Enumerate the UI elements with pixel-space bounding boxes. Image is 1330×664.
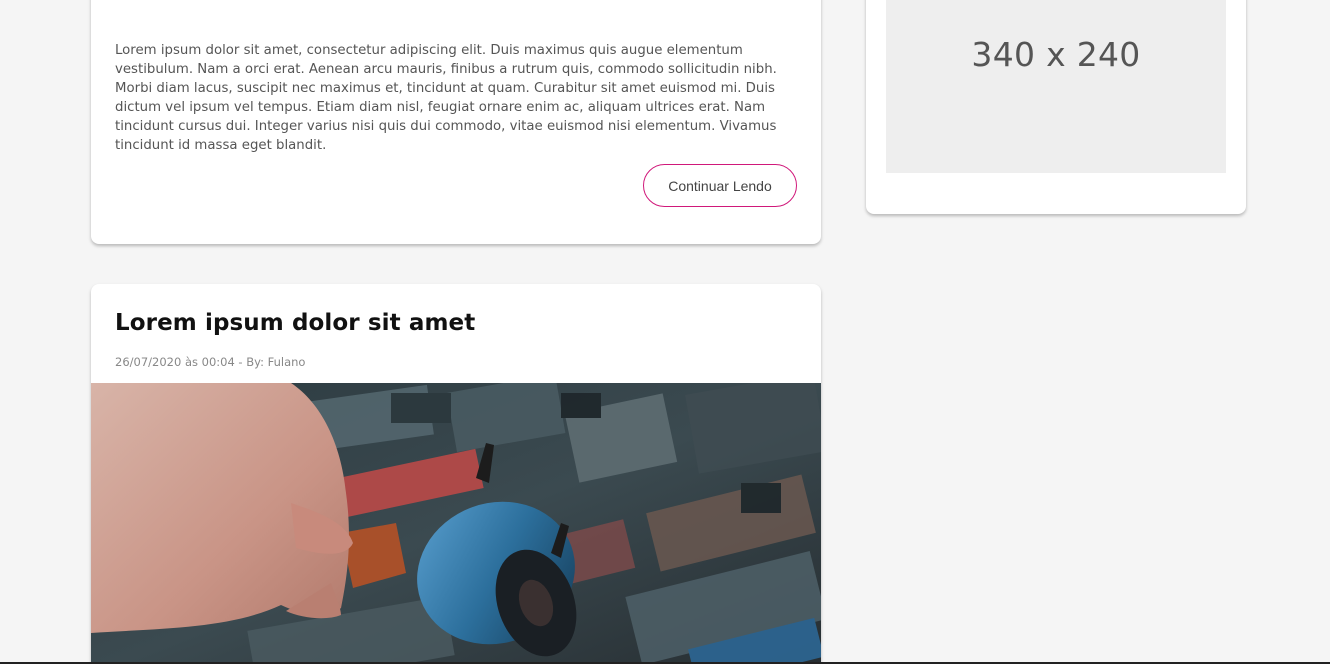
continue-reading-button[interactable]: Continuar Lendo <box>643 164 797 207</box>
page: Lorem ipsum dolor sit amet, consectetur … <box>0 0 1330 664</box>
post-excerpt: Lorem ipsum dolor sit amet, consectetur … <box>115 43 777 153</box>
post-image[interactable] <box>91 383 821 664</box>
ad-placeholder-image[interactable]: 340 x 240 <box>886 0 1226 173</box>
post-card-previous: Lorem ipsum dolor sit amet, consectetur … <box>91 0 821 244</box>
post-card: Lorem ipsum dolor sit amet 26/07/2020 às… <box>91 284 821 664</box>
post-meta: 26/07/2020 às 00:04 - By: Fulano <box>115 355 306 369</box>
post-title[interactable]: Lorem ipsum dolor sit amet <box>115 310 475 336</box>
sidebar-ad-card: 340 x 240 <box>866 0 1246 214</box>
ad-placeholder-label: 340 x 240 <box>971 35 1141 74</box>
